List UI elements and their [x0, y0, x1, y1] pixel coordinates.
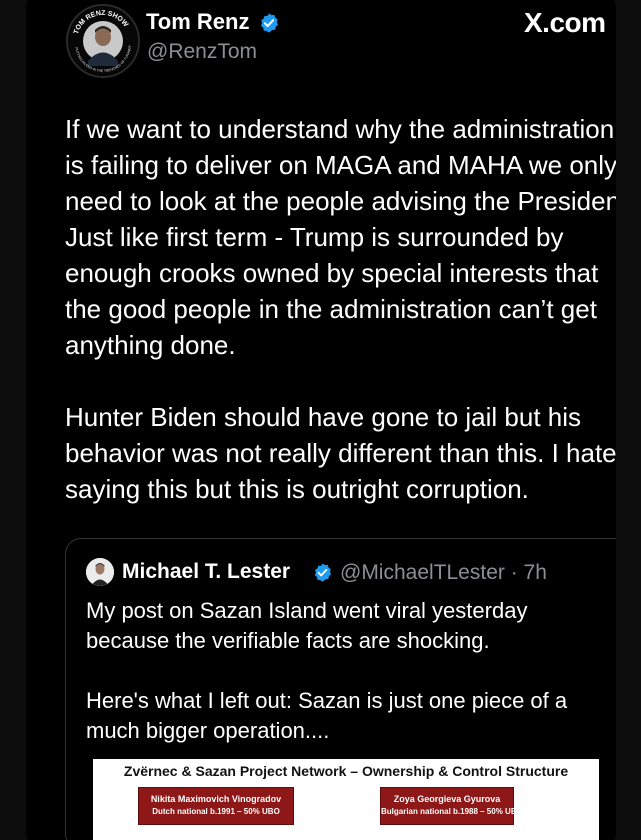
tweet-paragraph-2: Hunter Biden should have gone to jail bu…: [65, 402, 616, 504]
quoted-paragraph-1: My post on Sazan Island went viral yeste…: [86, 598, 528, 653]
tweet-card: TOM RENZ SHOW PUTTING AN END IN THE TREN…: [26, 0, 616, 840]
quoted-attached-image[interactable]: Zvërnec & Sazan Project Network – Owners…: [93, 759, 599, 840]
ownership-box-gyurova: Zoya Georgieva Gyurova Bulgarian nationa…: [380, 787, 523, 825]
person-detail: Bulgarian national b.1988 – 50% UBO: [381, 807, 523, 816]
quoted-paragraph-2: Here's what I left out: Sazan is just on…: [86, 688, 568, 743]
quoted-handle-and-time[interactable]: @MichaelTLester · 7h: [340, 561, 547, 585]
screenshot-page: TOM RENZ SHOW PUTTING AN END IN THE TREN…: [0, 0, 641, 840]
person-name: Nikita Maximovich Vinogradov: [150, 794, 282, 804]
quoted-verified-badge-icon: [314, 563, 332, 582]
image-title: Zvërnec & Sazan Project Network – Owners…: [123, 763, 569, 779]
quoted-avatar-image: [86, 558, 114, 586]
tweet-paragraph-1: If we want to understand why the adminis…: [65, 114, 616, 360]
person-name: Zoya Georgieva Gyurova: [393, 794, 501, 804]
tweet-text: If we want to understand why the adminis…: [65, 111, 616, 507]
quoted-tweet-text: My post on Sazan Island went viral yeste…: [86, 596, 616, 746]
quoted-author-name[interactable]: Michael T. Lester: [122, 560, 290, 584]
author-avatar[interactable]: TOM RENZ SHOW PUTTING AN END IN THE TREN…: [66, 4, 140, 78]
x-com-logo: X.com: [524, 7, 606, 38]
quoted-tweet[interactable]: Michael T. Lester @MichaelTLester · 7h M…: [65, 538, 616, 840]
avatar-logo-image: TOM RENZ SHOW PUTTING AN END IN THE TREN…: [69, 7, 137, 75]
ownership-box-vinogradov: Nikita Maximovich Vinogradov Dutch natio…: [138, 787, 294, 825]
author-name[interactable]: Tom Renz: [146, 9, 249, 35]
author-handle[interactable]: @RenzTom: [147, 40, 257, 64]
quoted-author-avatar[interactable]: [86, 558, 114, 586]
verified-badge-icon: [260, 13, 278, 33]
person-detail: Dutch national b.1991 – 50% UBO: [152, 807, 280, 816]
